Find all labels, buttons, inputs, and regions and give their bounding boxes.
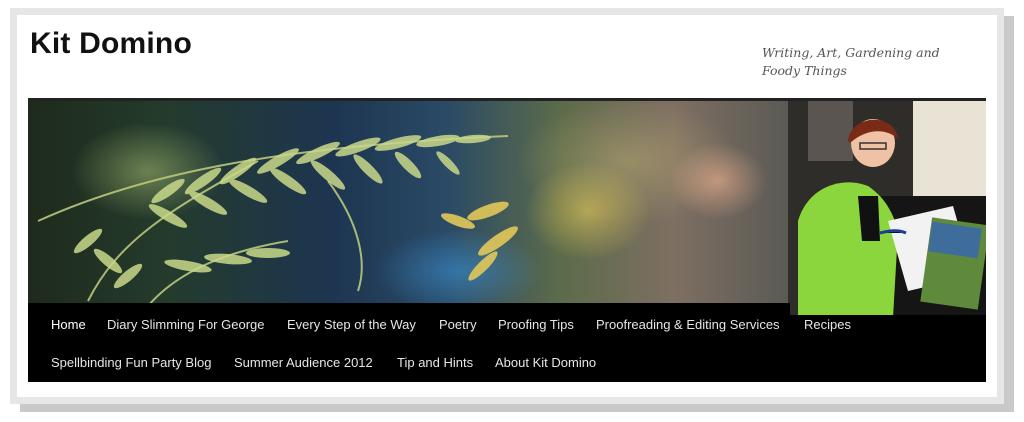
header-banner[interactable] [28,98,986,315]
nav-poetry[interactable]: Poetry [439,317,477,332]
nav-spellbinding-fun-party-blog[interactable]: Spellbinding Fun Party Blog [51,355,211,370]
nav-summer-audience-2012[interactable]: Summer Audience 2012 [234,355,373,370]
site-description: Writing, Art, Gardening and Foody Things [762,45,940,78]
nav-proofing-tips[interactable]: Proofing Tips [498,317,574,332]
fern-illustration [37,134,518,306]
site-title[interactable]: Kit Domino [30,27,192,61]
nav-recipes[interactable]: Recipes [804,317,851,332]
author-portrait [788,101,986,315]
author-illustration [788,101,986,315]
nav-diary-slimming-for-george[interactable]: Diary Slimming For George [107,317,265,332]
nav-about-kit-domino[interactable]: About Kit Domino [495,355,596,370]
nav-tip-and-hints[interactable]: Tip and Hints [397,355,473,370]
navbar-top-strip [28,303,790,315]
nav-every-step-of-the-way[interactable]: Every Step of the Way [287,317,416,332]
nav-home[interactable]: Home [51,317,86,332]
nav-proofreading-editing-services[interactable]: Proofreading & Editing Services [596,317,780,332]
fern-photo [28,101,788,306]
